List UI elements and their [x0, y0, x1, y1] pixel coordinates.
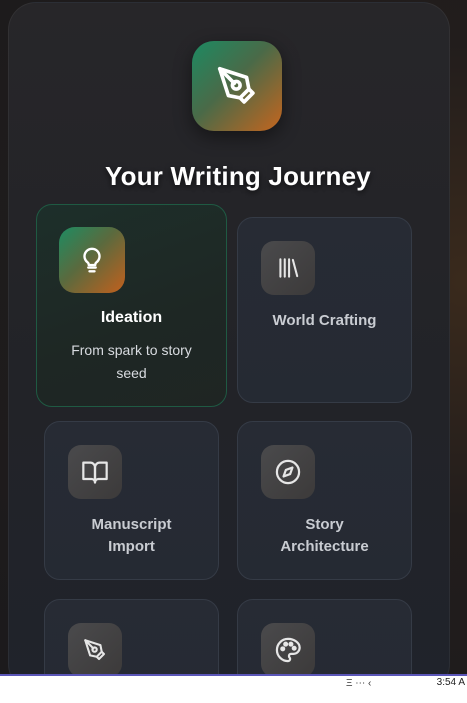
system-tray[interactable]: Ξ ⋯ ‹	[346, 678, 371, 689]
card-description: From spark to story seed	[71, 342, 192, 381]
card-ideation[interactable]: Ideation From spark to story seed	[36, 204, 227, 407]
card-label: Story Architecture	[280, 516, 369, 555]
card-world-crafting[interactable]: World Crafting	[237, 217, 412, 403]
lightbulb-icon	[59, 227, 125, 293]
card-label: Manuscript Import	[91, 516, 172, 555]
page-title: Your Writing Journey	[105, 161, 371, 191]
open-book-icon	[68, 445, 122, 499]
card-story-architecture[interactable]: Story Architecture	[237, 421, 412, 580]
compass-icon	[261, 445, 315, 499]
card-label: World Crafting	[272, 312, 377, 329]
palette-icon	[261, 623, 315, 677]
pen-nib-icon	[68, 623, 122, 677]
taskbar-clock[interactable]: 3:54 A	[437, 677, 465, 688]
card-label: Ideation	[100, 309, 163, 326]
taskbar: Ξ ⋯ ‹ 3:54 A	[0, 674, 467, 703]
card-manuscript-import[interactable]: Manuscript Import	[44, 421, 219, 580]
pen-nib-icon	[192, 41, 282, 131]
library-icon	[261, 241, 315, 295]
